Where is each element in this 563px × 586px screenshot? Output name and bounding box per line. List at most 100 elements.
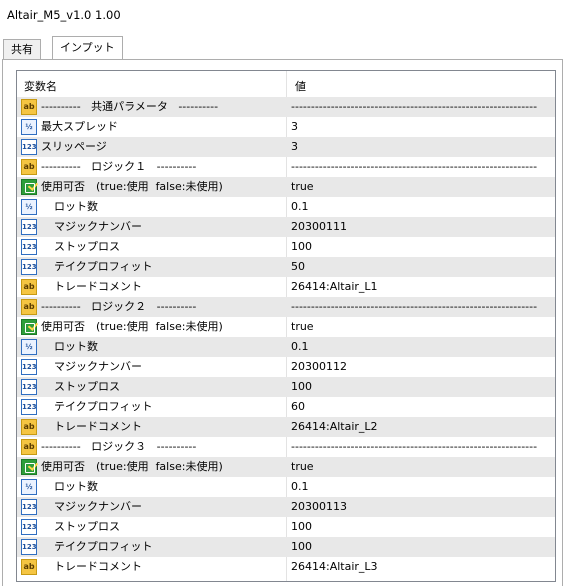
parameter-value[interactable]: ----------------------------------------… xyxy=(291,300,537,314)
parameter-value[interactable]: 3 xyxy=(291,140,298,154)
parameter-name: ロット数 xyxy=(54,340,98,353)
integer-type-icon: 123 xyxy=(21,539,37,555)
string-type-icon: ab xyxy=(21,99,37,115)
parameter-grid: 変数名 値 ab ---------- 共通パラメータ ---------- ---… xyxy=(16,70,556,582)
parameter-value[interactable]: 100 xyxy=(291,380,312,394)
parameter-name: ロット数 xyxy=(54,480,98,493)
tab-strip: 共有 インプット xyxy=(0,36,563,60)
parameter-row[interactable]: ab トレードコメント 26414:Altair_L2 xyxy=(17,417,555,437)
parameter-row[interactable]: 123 テイクプロフィット 50 xyxy=(17,257,555,277)
parameter-value[interactable]: ----------------------------------------… xyxy=(291,100,537,114)
parameter-name: 使用可否 (true:使用 false:未使用) xyxy=(41,320,223,333)
parameter-value[interactable]: 3 xyxy=(291,120,298,134)
integer-type-icon: 123 xyxy=(21,359,37,375)
parameter-row[interactable]: 123 ストップロス 100 xyxy=(17,377,555,397)
parameter-name: テイクプロフィット xyxy=(54,400,153,413)
string-type-icon: ab xyxy=(21,299,37,315)
parameter-value[interactable]: 26414:Altair_L3 xyxy=(291,560,378,574)
double-type-icon: ½ xyxy=(21,199,37,215)
parameter-row[interactable]: ab ---------- ロジック３ ---------- -----------… xyxy=(17,437,555,457)
parameter-name: マジックナンバー xyxy=(54,500,142,513)
parameter-value[interactable]: 26414:Altair_L1 xyxy=(291,280,378,294)
parameter-value[interactable]: 100 xyxy=(291,240,312,254)
integer-type-icon: 123 xyxy=(21,519,37,535)
parameter-value[interactable]: 20300113 xyxy=(291,500,347,514)
parameter-name: ロット数 xyxy=(54,200,98,213)
parameter-row[interactable]: 123 テイクプロフィット 100 xyxy=(17,537,555,557)
parameter-name: マジックナンバー xyxy=(54,360,142,373)
parameter-name: 使用可否 (true:使用 false:未使用) xyxy=(41,460,223,473)
parameter-value[interactable]: ----------------------------------------… xyxy=(291,440,537,454)
parameter-row[interactable]: 123 スリッページ 3 xyxy=(17,137,555,157)
column-header-name[interactable]: 変数名 xyxy=(24,78,57,94)
parameter-name: 使用可否 (true:使用 false:未使用) xyxy=(41,180,223,193)
parameter-row[interactable]: 123 マジックナンバー 20300112 xyxy=(17,357,555,377)
parameter-value[interactable]: 100 xyxy=(291,520,312,534)
parameter-row[interactable]: ab ---------- ロジック１ ---------- -----------… xyxy=(17,157,555,177)
integer-type-icon: 123 xyxy=(21,259,37,275)
parameter-name: ---------- ロジック１ ---------- xyxy=(41,160,197,173)
parameter-name: ---------- 共通パラメータ ---------- xyxy=(41,100,219,113)
parameter-row[interactable]: 使用可否 (true:使用 false:未使用) true xyxy=(17,177,555,197)
parameter-value[interactable]: ----------------------------------------… xyxy=(291,160,537,174)
column-header-value[interactable]: 値 xyxy=(295,78,306,94)
parameter-name: マジックナンバー xyxy=(54,220,142,233)
string-type-icon: ab xyxy=(21,559,37,575)
parameter-name: トレードコメント xyxy=(54,280,142,293)
integer-type-icon: 123 xyxy=(21,139,37,155)
parameter-row[interactable]: 使用可否 (true:使用 false:未使用) true xyxy=(17,317,555,337)
string-type-icon: ab xyxy=(21,439,37,455)
parameter-row[interactable]: ½ 最大スプレッド 3 xyxy=(17,117,555,137)
parameter-name: ストップロス xyxy=(54,240,120,253)
parameter-value[interactable]: 0.1 xyxy=(291,480,309,494)
integer-type-icon: 123 xyxy=(21,399,37,415)
parameter-value[interactable]: 60 xyxy=(291,400,305,414)
parameter-name: ---------- ロジック２ ---------- xyxy=(41,300,197,313)
parameter-row[interactable]: 123 ストップロス 100 xyxy=(17,517,555,537)
title-bar: Altair_M5_v1.0 1.00 xyxy=(0,0,563,30)
parameter-row[interactable]: ab ---------- ロジック２ ---------- -----------… xyxy=(17,297,555,317)
parameter-value[interactable]: true xyxy=(291,320,314,334)
parameter-name: トレードコメント xyxy=(54,560,142,573)
parameter-row[interactable]: ab トレードコメント 26414:Altair_L3 xyxy=(17,557,555,577)
parameter-name: スリッページ xyxy=(41,140,107,153)
grid-rows: ab ---------- 共通パラメータ ---------- ---------… xyxy=(17,97,555,577)
string-type-icon: ab xyxy=(21,279,37,295)
parameter-value[interactable]: 20300112 xyxy=(291,360,347,374)
parameter-row[interactable]: ½ ロット数 0.1 xyxy=(17,197,555,217)
parameter-row[interactable]: 使用可否 (true:使用 false:未使用) true xyxy=(17,457,555,477)
parameter-row[interactable]: 123 マジックナンバー 20300113 xyxy=(17,497,555,517)
double-type-icon: ½ xyxy=(21,119,37,135)
parameter-name: ---------- ロジック３ ---------- xyxy=(41,440,197,453)
parameter-row[interactable]: ½ ロット数 0.1 xyxy=(17,337,555,357)
parameter-row[interactable]: ½ ロット数 0.1 xyxy=(17,477,555,497)
bool-type-icon xyxy=(21,179,37,195)
parameter-value[interactable]: 0.1 xyxy=(291,200,309,214)
bool-type-icon xyxy=(21,459,37,475)
parameter-row[interactable]: 123 マジックナンバー 20300111 xyxy=(17,217,555,237)
double-type-icon: ½ xyxy=(21,339,37,355)
parameter-name: テイクプロフィット xyxy=(54,260,153,273)
tab-common[interactable]: 共有 xyxy=(3,39,41,59)
string-type-icon: ab xyxy=(21,159,37,175)
parameter-name: ストップロス xyxy=(54,380,120,393)
tab-inputs[interactable]: インプット xyxy=(52,36,123,60)
parameter-row[interactable]: 123 ストップロス 100 xyxy=(17,237,555,257)
parameter-row[interactable]: ab ---------- 共通パラメータ ---------- ---------… xyxy=(17,97,555,117)
parameter-value[interactable]: true xyxy=(291,460,314,474)
parameter-value[interactable]: 26414:Altair_L2 xyxy=(291,420,378,434)
parameter-value[interactable]: true xyxy=(291,180,314,194)
integer-type-icon: 123 xyxy=(21,499,37,515)
string-type-icon: ab xyxy=(21,419,37,435)
parameter-row[interactable]: ab トレードコメント 26414:Altair_L1 xyxy=(17,277,555,297)
parameter-name: 最大スプレッド xyxy=(41,120,118,133)
parameter-value[interactable]: 50 xyxy=(291,260,305,274)
integer-type-icon: 123 xyxy=(21,239,37,255)
integer-type-icon: 123 xyxy=(21,379,37,395)
parameter-value[interactable]: 100 xyxy=(291,540,312,554)
parameter-value[interactable]: 0.1 xyxy=(291,340,309,354)
parameter-row[interactable]: 123 テイクプロフィット 60 xyxy=(17,397,555,417)
window-title: Altair_M5_v1.0 1.00 xyxy=(7,8,121,22)
parameter-name: トレードコメント xyxy=(54,420,142,433)
parameter-value[interactable]: 20300111 xyxy=(291,220,347,234)
